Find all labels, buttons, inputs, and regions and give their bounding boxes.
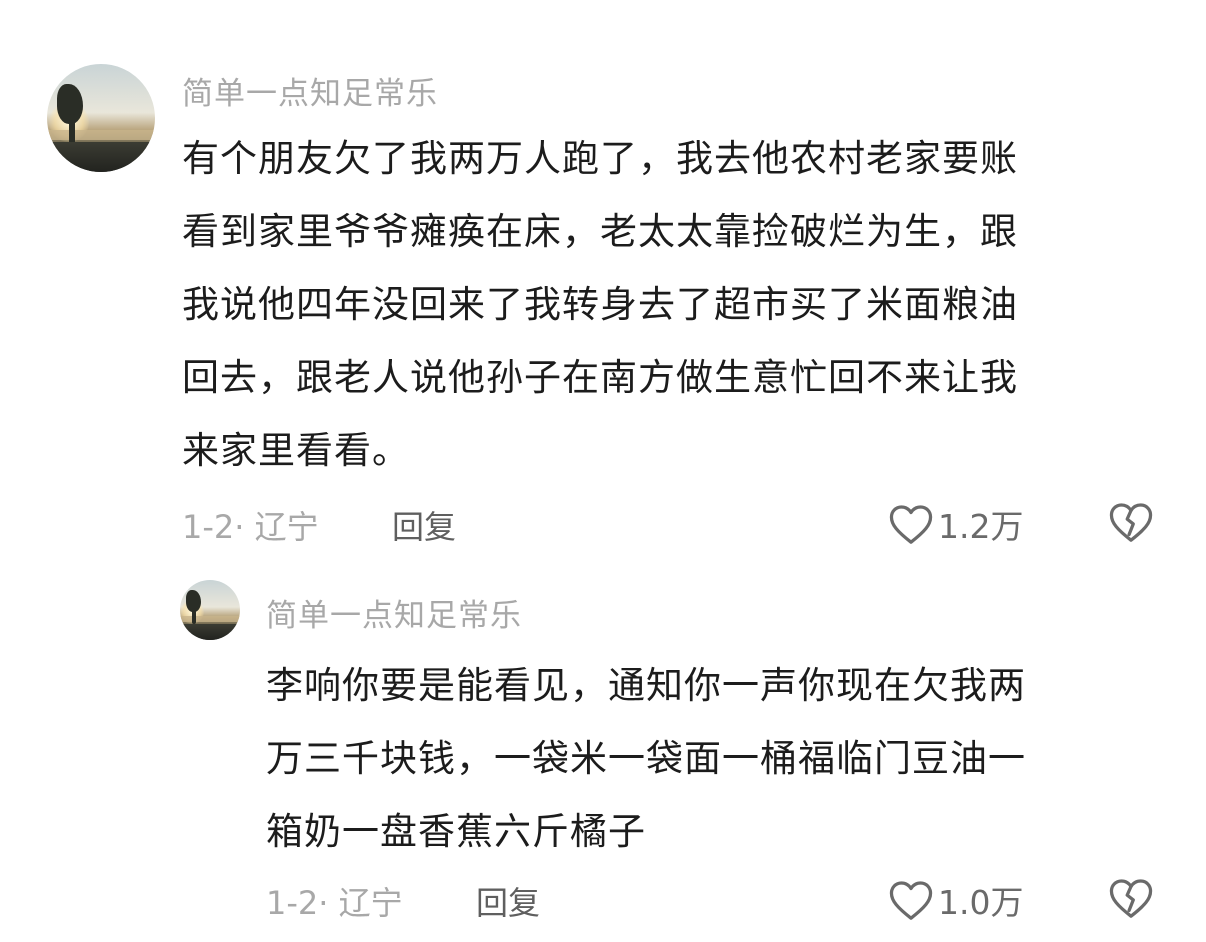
avatar[interactable] [47,64,155,172]
date-location: 1-2· 辽宁 [182,508,319,546]
dislike-button[interactable] [1108,876,1154,924]
heart-outline-icon [889,505,933,544]
comment-text: 有个朋友欠了我两万人跑了，我去他农村老家要账 看到家里爷爷瘫痪在床，老太太靠捡破… [182,122,1018,487]
like-button[interactable]: 1.2万 [888,500,1023,548]
broken-heart-icon [1109,879,1153,918]
like-button[interactable]: 1.0万 [888,876,1023,924]
reply-button[interactable]: 回复 [476,878,540,924]
heart-outline-icon [889,881,933,920]
dislike-button[interactable] [1108,500,1154,548]
comment-line: 万三千块钱，一袋米一袋面一桶福临门豆油一 [266,737,1026,780]
comment-line: 回去，跟老人说他孙子在南方做生意忙回不来让我 [182,356,1018,399]
reply-button[interactable]: 回复 [392,502,456,548]
date-location: 1-2· 辽宁 [266,884,403,922]
like-count: 1.2万 [938,507,1024,546]
comment-line: 看到家里爷爷瘫痪在床，老太太靠捡破烂为生，跟 [182,210,1018,253]
broken-heart-icon [1109,503,1153,542]
comment-line: 箱奶一盘香蕉六斤橘子 [266,810,646,853]
comment-line: 李响你要是能看见，通知你一声你现在欠我两 [266,664,1026,707]
comment-line: 有个朋友欠了我两万人跑了，我去他农村老家要账 [182,137,1018,180]
comment-line: 我说他四年没回来了我转身去了超市买了米面粮油 [182,283,1018,326]
comment-line: 来家里看看。 [182,429,410,472]
comment-text: 李响你要是能看见，通知你一声你现在欠我两 万三千块钱，一袋米一袋面一桶福临门豆油… [266,649,1026,868]
username[interactable]: 简单一点知足常乐 [182,68,438,113]
like-count: 1.0万 [938,883,1024,922]
avatar[interactable] [180,580,240,640]
username[interactable]: 简单一点知足常乐 [266,590,522,635]
